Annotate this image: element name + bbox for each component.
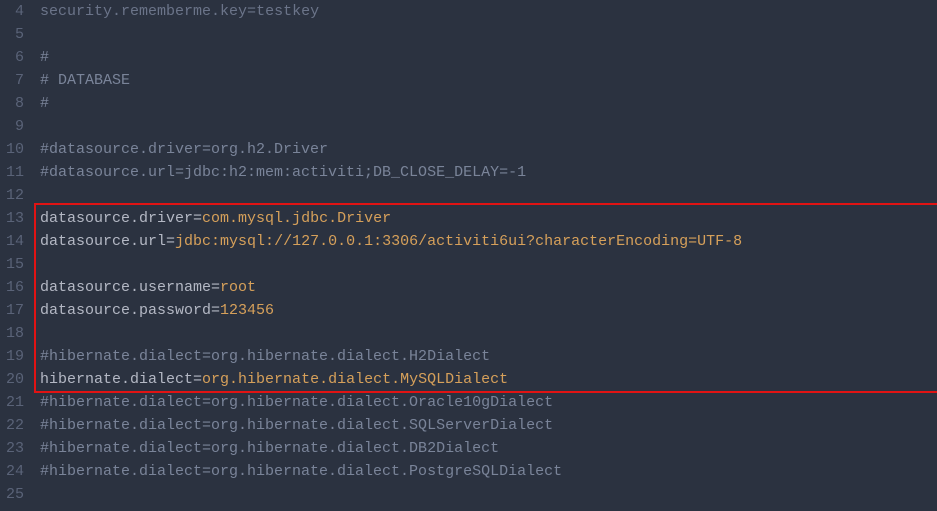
code-line[interactable]: # xyxy=(40,92,937,115)
code-token: datasource.driver xyxy=(40,210,193,227)
code-token: #datasource.driver=org.h2.Driver xyxy=(40,141,328,158)
code-token: datasource.username xyxy=(40,279,211,296)
line-number: 18 xyxy=(6,322,24,345)
line-number: 25 xyxy=(6,483,24,506)
code-line[interactable]: datasource.url=jdbc:mysql://127.0.0.1:33… xyxy=(40,230,937,253)
code-token: # DATABASE xyxy=(40,72,130,89)
code-line[interactable]: #hibernate.dialect=org.hibernate.dialect… xyxy=(40,437,937,460)
code-line[interactable]: hibernate.dialect=org.hibernate.dialect.… xyxy=(40,368,937,391)
line-number: 8 xyxy=(6,92,24,115)
code-token: # xyxy=(40,95,49,112)
line-number: 19 xyxy=(6,345,24,368)
code-line[interactable]: security.rememberme.key=testkey xyxy=(40,0,937,23)
code-line[interactable]: #hibernate.dialect=org.hibernate.dialect… xyxy=(40,460,937,483)
line-number: 5 xyxy=(6,23,24,46)
code-token: com.mysql.jdbc.Driver xyxy=(202,210,391,227)
line-number: 6 xyxy=(6,46,24,69)
code-area[interactable]: security.rememberme.key=testkey## DATABA… xyxy=(34,0,937,511)
line-number: 13 xyxy=(6,207,24,230)
line-number: 14 xyxy=(6,230,24,253)
code-token: #datasource.url=jdbc:h2:mem:activiti;DB_… xyxy=(40,164,526,181)
code-token: = xyxy=(247,3,256,20)
code-token: 123456 xyxy=(220,302,274,319)
code-token: testkey xyxy=(256,3,319,20)
code-token: datasource.url xyxy=(40,233,166,250)
code-line[interactable]: #hibernate.dialect=org.hibernate.dialect… xyxy=(40,345,937,368)
code-line[interactable]: #datasource.driver=org.h2.Driver xyxy=(40,138,937,161)
code-token: #hibernate.dialect=org.hibernate.dialect… xyxy=(40,417,553,434)
code-line[interactable]: #datasource.url=jdbc:h2:mem:activiti;DB_… xyxy=(40,161,937,184)
code-token: hibernate.dialect xyxy=(40,371,193,388)
line-number: 17 xyxy=(6,299,24,322)
line-number: 21 xyxy=(6,391,24,414)
code-token: = xyxy=(211,279,220,296)
line-number: 12 xyxy=(6,184,24,207)
code-token: = xyxy=(193,371,202,388)
code-line[interactable] xyxy=(40,253,937,276)
code-token: datasource.password xyxy=(40,302,211,319)
code-line[interactable]: # xyxy=(40,46,937,69)
line-number-gutter: 45678910111213141516171819202122232425 xyxy=(0,0,34,511)
code-token: = xyxy=(193,210,202,227)
code-line[interactable] xyxy=(40,23,937,46)
code-token: org.hibernate.dialect.MySQLDialect xyxy=(202,371,508,388)
code-line[interactable] xyxy=(40,115,937,138)
line-number: 7 xyxy=(6,69,24,92)
line-number: 23 xyxy=(6,437,24,460)
code-token: jdbc:mysql://127.0.0.1:3306/activiti6ui?… xyxy=(175,233,742,250)
line-number: 10 xyxy=(6,138,24,161)
code-line[interactable]: datasource.driver=com.mysql.jdbc.Driver xyxy=(40,207,937,230)
line-number: 22 xyxy=(6,414,24,437)
code-token: = xyxy=(211,302,220,319)
line-number: 24 xyxy=(6,460,24,483)
code-line[interactable] xyxy=(40,483,937,506)
code-token: # xyxy=(40,49,49,66)
code-token: #hibernate.dialect=org.hibernate.dialect… xyxy=(40,440,499,457)
line-number: 11 xyxy=(6,161,24,184)
code-editor[interactable]: 45678910111213141516171819202122232425 s… xyxy=(0,0,937,511)
code-line[interactable]: #hibernate.dialect=org.hibernate.dialect… xyxy=(40,391,937,414)
code-token: security.rememberme.key xyxy=(40,3,247,20)
line-number: 20 xyxy=(6,368,24,391)
line-number: 16 xyxy=(6,276,24,299)
code-token: #hibernate.dialect=org.hibernate.dialect… xyxy=(40,394,553,411)
code-token: #hibernate.dialect=org.hibernate.dialect… xyxy=(40,348,490,365)
code-token: #hibernate.dialect=org.hibernate.dialect… xyxy=(40,463,562,480)
code-line[interactable] xyxy=(40,184,937,207)
code-line[interactable]: # DATABASE xyxy=(40,69,937,92)
code-line[interactable]: #hibernate.dialect=org.hibernate.dialect… xyxy=(40,414,937,437)
line-number: 15 xyxy=(6,253,24,276)
code-token: root xyxy=(220,279,256,296)
line-number: 9 xyxy=(6,115,24,138)
code-line[interactable] xyxy=(40,322,937,345)
code-line[interactable]: datasource.password=123456 xyxy=(40,299,937,322)
code-line[interactable]: datasource.username=root xyxy=(40,276,937,299)
line-number: 4 xyxy=(6,0,24,23)
code-token: = xyxy=(166,233,175,250)
